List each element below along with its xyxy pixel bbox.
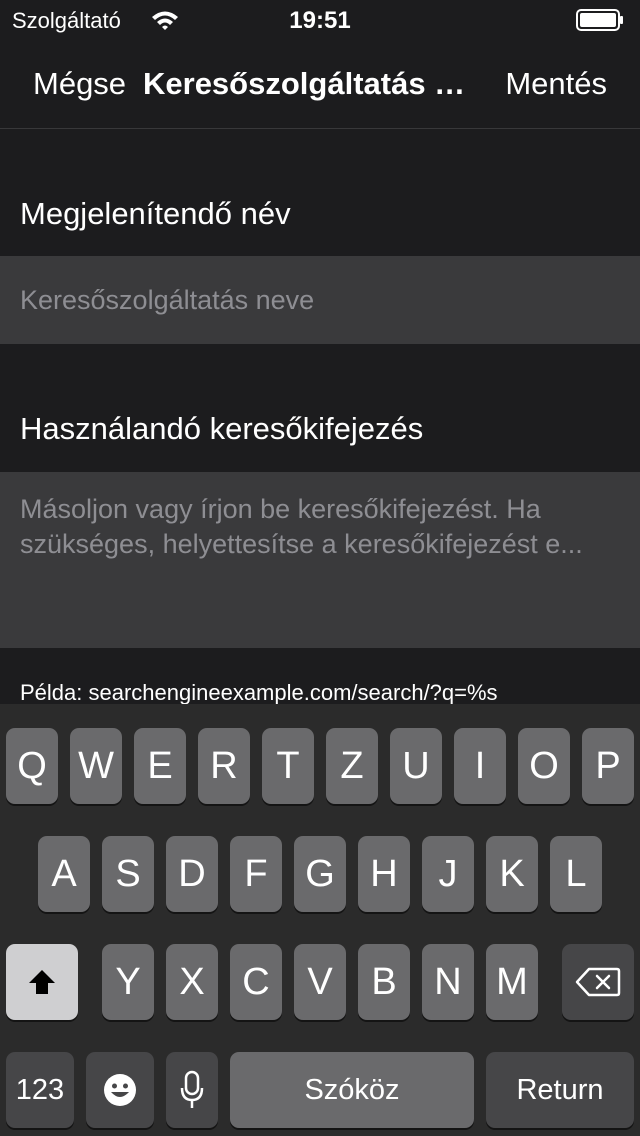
key-b[interactable]: B	[358, 944, 410, 1020]
page-title: Keresőszolgáltatás hozzáadása	[143, 66, 478, 101]
display-name-field[interactable]: Keresőszolgáltatás neve	[0, 256, 640, 344]
space-key[interactable]: Szóköz	[230, 1052, 474, 1128]
key-r[interactable]: R	[198, 728, 250, 804]
emoji-key[interactable]	[86, 1052, 154, 1128]
key-c[interactable]: C	[230, 944, 282, 1020]
key-g[interactable]: G	[294, 836, 346, 912]
key-j[interactable]: J	[422, 836, 474, 912]
shift-key[interactable]	[6, 944, 78, 1020]
microphone-icon	[180, 1070, 204, 1108]
navigation-bar: Mégse Keresőszolgáltatás hozzáadása Ment…	[0, 40, 640, 129]
display-name-placeholder: Keresőszolgáltatás neve	[20, 285, 315, 315]
dictation-key[interactable]	[166, 1052, 218, 1128]
key-f[interactable]: F	[230, 836, 282, 912]
key-z[interactable]: Z	[326, 728, 378, 804]
numbers-key[interactable]: 123	[6, 1052, 74, 1128]
key-i[interactable]: I	[454, 728, 506, 804]
display-name-label: Megjelenítendő név	[20, 196, 291, 231]
key-p[interactable]: P	[582, 728, 634, 804]
key-s[interactable]: S	[102, 836, 154, 912]
key-d[interactable]: D	[166, 836, 218, 912]
key-u[interactable]: U	[390, 728, 442, 804]
key-m[interactable]: M	[486, 944, 538, 1020]
save-button[interactable]: Mentés	[505, 66, 607, 102]
key-w[interactable]: W	[70, 728, 122, 804]
key-h[interactable]: H	[358, 836, 410, 912]
search-query-placeholder: Másoljon vagy írjon be keresőkifejezést.…	[20, 494, 583, 559]
keyboard: Q W E R T Z U I O P A S D F G H J K L Y …	[0, 704, 640, 1136]
search-query-label: Használandó keresőkifejezés	[20, 411, 424, 446]
screen: Szolgáltató 19:51 Mégse Keresőszolgáltat…	[0, 0, 640, 1136]
clock: 19:51	[289, 7, 351, 34]
key-a[interactable]: A	[38, 836, 90, 912]
shift-icon	[29, 970, 55, 994]
key-y[interactable]: Y	[102, 944, 154, 1020]
key-x[interactable]: X	[166, 944, 218, 1020]
key-l[interactable]: L	[550, 836, 602, 912]
key-v[interactable]: V	[294, 944, 346, 1020]
emoji-icon	[104, 1074, 136, 1106]
status-bar: Szolgáltató 19:51	[0, 0, 640, 40]
key-o[interactable]: O	[518, 728, 570, 804]
example-text: Példa: searchengineexample.com/search/?q…	[20, 680, 498, 705]
cancel-button[interactable]: Mégse	[33, 66, 126, 102]
backspace-icon	[575, 967, 621, 997]
return-key[interactable]: Return	[486, 1052, 634, 1128]
key-q[interactable]: Q	[6, 728, 58, 804]
key-e[interactable]: E	[134, 728, 186, 804]
search-query-field[interactable]: Másoljon vagy írjon be keresőkifejezést.…	[0, 472, 640, 648]
battery-icon	[576, 9, 623, 31]
key-t[interactable]: T	[262, 728, 314, 804]
key-n[interactable]: N	[422, 944, 474, 1020]
key-k[interactable]: K	[486, 836, 538, 912]
backspace-key[interactable]	[562, 944, 634, 1020]
